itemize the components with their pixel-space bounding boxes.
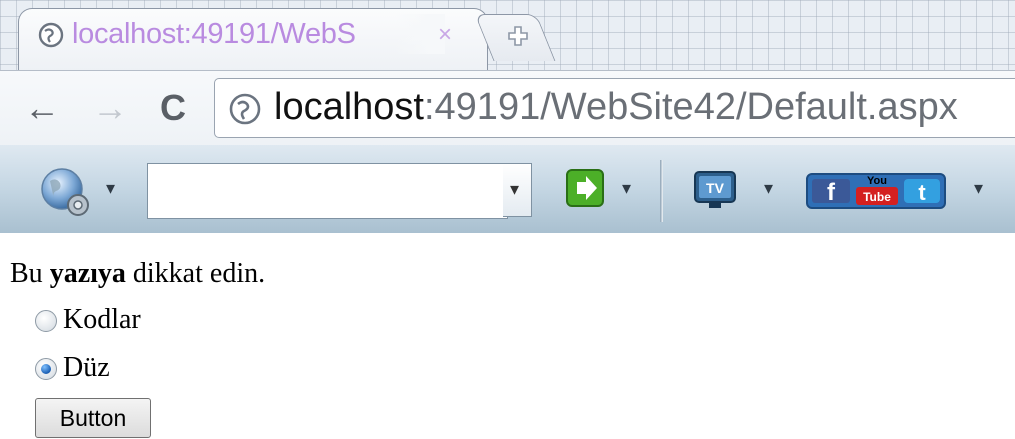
- social-dropdown-icon[interactable]: ▾: [974, 178, 983, 198]
- globe-icon: [38, 22, 64, 48]
- go-dropdown-icon[interactable]: ▾: [622, 178, 631, 198]
- new-tab-icon[interactable]: [506, 24, 530, 48]
- forward-arrow-icon[interactable]: →: [92, 88, 128, 128]
- radio-label-duz[interactable]: Düz: [63, 352, 110, 384]
- facebook-youtube-twitter-icon[interactable]: f You Tube t: [806, 170, 946, 210]
- radio-label-kodlar[interactable]: Kodlar: [63, 304, 141, 336]
- search-input[interactable]: [147, 163, 508, 219]
- toolbar-separator: [660, 160, 663, 222]
- notice-text: Bu yazıya dikkat edin.: [10, 258, 265, 290]
- svg-text:TV: TV: [706, 180, 725, 196]
- svg-text:f: f: [827, 179, 836, 206]
- radio-button-kodlar[interactable]: [35, 310, 57, 332]
- page-content: Bu yazıya dikkat edin. Kodlar Düz Button: [0, 233, 1015, 439]
- tv-icon[interactable]: TV: [693, 170, 737, 210]
- globe-settings-icon[interactable]: [38, 165, 94, 221]
- search-dropdown-button[interactable]: ▾: [503, 163, 532, 217]
- tv-dropdown-icon[interactable]: ▾: [764, 178, 773, 198]
- radio-button-duz[interactable]: [35, 358, 57, 380]
- svg-text:t: t: [918, 180, 926, 205]
- address-url[interactable]: localhost:49191/WebSite42/Default.aspx: [274, 83, 958, 131]
- youtube-you-text: You: [867, 175, 887, 187]
- submit-button[interactable]: Button: [35, 398, 151, 438]
- url-path: :49191/WebSite42/Default.aspx: [423, 86, 958, 128]
- tab-close-icon[interactable]: ×: [438, 20, 452, 50]
- notice-prefix: Bu: [10, 258, 50, 289]
- notice-suffix: dikkat edin.: [125, 258, 266, 289]
- back-arrow-icon[interactable]: ←: [24, 88, 60, 128]
- youtube-tube-text: Tube: [863, 190, 891, 204]
- reload-icon[interactable]: C: [160, 88, 186, 128]
- notice-bold-word: yazıya: [49, 258, 126, 289]
- page-icon: [229, 93, 261, 125]
- browser-chrome: localhost:49191/WebS × ← → C localhost:4…: [0, 0, 1015, 145]
- chevron-down-icon: ▾: [510, 179, 520, 199]
- green-go-icon[interactable]: [565, 168, 605, 208]
- globe-dropdown-icon[interactable]: ▾: [106, 178, 115, 198]
- tab-title: localhost:49191/WebS: [72, 18, 356, 50]
- url-host: localhost: [274, 86, 424, 128]
